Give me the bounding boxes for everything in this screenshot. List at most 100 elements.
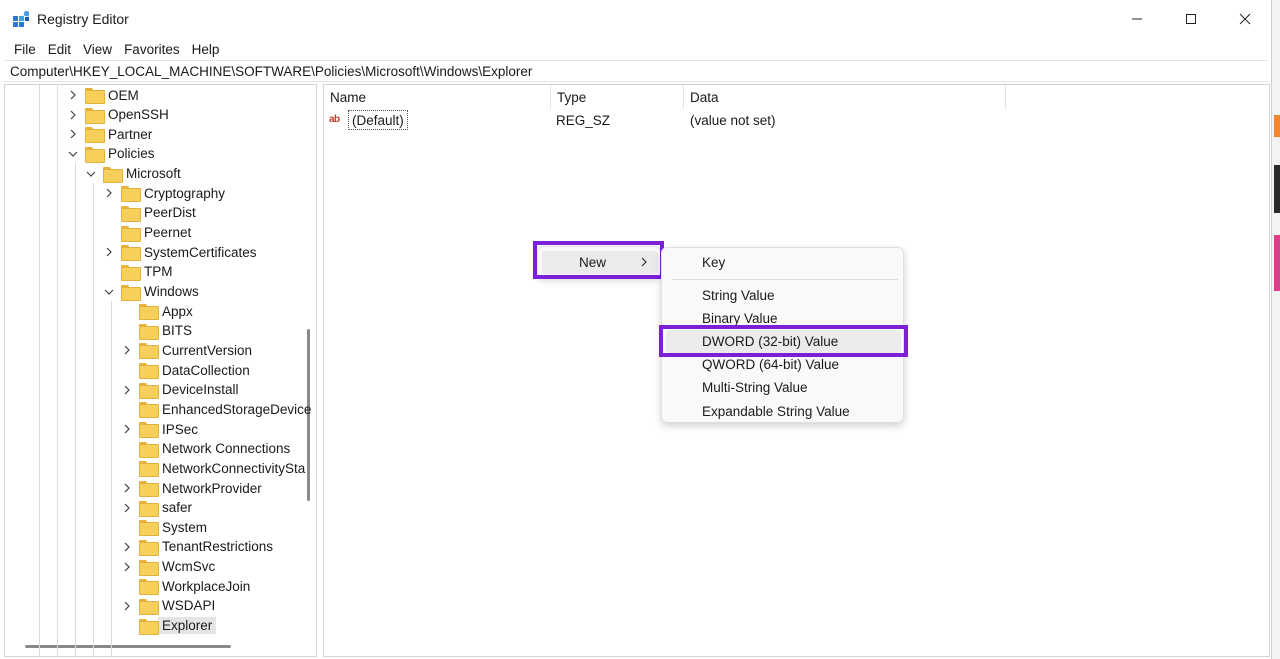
chevron-right-icon[interactable] (67, 109, 79, 121)
menu-bar: File Edit View Favorites Help (0, 38, 1272, 60)
minimize-button[interactable] (1110, 0, 1164, 38)
address-bar[interactable]: Computer\HKEY_LOCAL_MACHINE\SOFTWARE\Pol… (4, 60, 1268, 82)
tree-item-bits[interactable]: BITS (121, 321, 192, 341)
submenu-dword-value[interactable]: DWORD (32-bit) Value (666, 330, 901, 353)
tree-item-tpm[interactable]: TPM (103, 262, 173, 282)
chevron-right-icon[interactable] (121, 423, 133, 435)
chevron-right-icon[interactable] (67, 128, 79, 140)
tree-item-cryptography[interactable]: Cryptography (103, 183, 225, 203)
tree-item-label: DataCollection (162, 362, 250, 378)
folder-icon (139, 618, 159, 635)
tree-item-currentversion[interactable]: CurrentVersion (121, 340, 252, 360)
tree-item-workplacejoin[interactable]: WorkplaceJoin (121, 576, 250, 596)
tree-item-wcmsvc[interactable]: WcmSvc (121, 557, 215, 577)
background-fragment (1274, 165, 1280, 213)
submenu-binary-value[interactable]: Binary Value (666, 307, 901, 330)
close-button[interactable] (1218, 0, 1272, 38)
background-window-edge (1272, 0, 1280, 659)
submenu-separator (672, 279, 898, 280)
tree-item-label: Explorer (158, 617, 217, 635)
title-bar: Registry Editor (0, 0, 1272, 38)
tree-item-datacollection[interactable]: DataCollection (121, 360, 250, 380)
folder-icon (103, 166, 123, 183)
tree-item-appx[interactable]: Appx (121, 301, 193, 321)
tree-item-windows[interactable]: Windows (103, 282, 199, 302)
tree-item-label: PeerDist (144, 205, 196, 221)
chevron-down-icon[interactable] (103, 286, 115, 298)
menu-file[interactable]: File (8, 42, 42, 57)
tree-item-system[interactable]: System (121, 517, 207, 537)
maximize-button[interactable] (1164, 0, 1218, 38)
menu-favorites[interactable]: Favorites (118, 42, 186, 57)
folder-icon (139, 520, 159, 537)
folder-icon (139, 598, 159, 615)
tree-item-label: Peernet (144, 225, 192, 241)
menu-view[interactable]: View (77, 42, 118, 57)
menu-item-new[interactable]: New (542, 251, 658, 274)
tree-item-partner[interactable]: Partner (67, 124, 152, 144)
chevron-right-icon[interactable] (121, 600, 133, 612)
chevron-right-icon[interactable] (67, 89, 79, 101)
tree-guide-line (93, 183, 94, 656)
chevron-right-icon[interactable] (121, 561, 133, 573)
submenu-multi-string-value[interactable]: Multi-String Value (666, 376, 901, 399)
tree-item-networkconnectivitysta[interactable]: NetworkConnectivitySta (121, 458, 305, 478)
tree-item-peerdist[interactable]: PeerDist (103, 203, 196, 223)
submenu-expandable-string-value[interactable]: Expandable String Value (666, 400, 901, 423)
tree-item-peernet[interactable]: Peernet (103, 223, 191, 243)
tree-horizontal-scrollbar[interactable] (25, 645, 231, 648)
folder-icon (139, 363, 159, 380)
submenu-qword-value[interactable]: QWORD (64-bit) Value (666, 353, 901, 376)
tree-item-label: DeviceInstall (162, 382, 239, 398)
tree-item-policies[interactable]: Policies (67, 144, 155, 164)
submenu-string-value[interactable]: String Value (666, 284, 901, 307)
registry-editor-window: Registry Editor File Edit View Favorites… (0, 0, 1272, 659)
chevron-down-icon[interactable] (67, 148, 79, 160)
menu-help[interactable]: Help (186, 42, 226, 57)
menu-edit[interactable]: Edit (42, 42, 77, 57)
folder-icon (139, 441, 159, 458)
chevron-right-icon[interactable] (103, 187, 115, 199)
chevron-right-icon[interactable] (121, 502, 133, 514)
column-data[interactable]: Data (684, 85, 1006, 109)
tree-item-label: Appx (162, 303, 193, 319)
tree-item-microsoft[interactable]: Microsoft (85, 164, 181, 184)
submenu-key[interactable]: Key (666, 251, 901, 274)
tree-item-openssh[interactable]: OpenSSH (67, 105, 169, 125)
folder-icon (139, 461, 159, 478)
tree-item-deviceinstall[interactable]: DeviceInstall (121, 380, 239, 400)
chevron-right-icon[interactable] (121, 482, 133, 494)
tree-item-label: TPM (144, 264, 173, 280)
chevron-right-icon[interactable] (121, 541, 133, 553)
column-type[interactable]: Type (551, 85, 684, 109)
folder-icon (121, 205, 141, 222)
tree-item-ipsec[interactable]: IPSec (121, 419, 198, 439)
column-data-label: Data (690, 89, 719, 105)
chevron-right-icon[interactable] (121, 384, 133, 396)
minimize-icon (1132, 18, 1142, 20)
tree-item-safer[interactable]: safer (121, 498, 192, 518)
folder-icon (139, 579, 159, 596)
tree-item-tenantrestrictions[interactable]: TenantRestrictions (121, 537, 273, 557)
value-data: (value not set) (690, 112, 776, 128)
tree-item-explorer[interactable]: Explorer (121, 616, 217, 636)
tree-guide-line (111, 301, 112, 656)
tree-item-label: TenantRestrictions (162, 539, 274, 555)
registry-editor-icon (13, 11, 29, 27)
chevron-right-icon[interactable] (121, 344, 133, 356)
tree-item-networkprovider[interactable]: NetworkProvider (121, 478, 262, 498)
context-menu: New (537, 246, 661, 277)
registry-tree[interactable]: OEM OpenSSH Partner Policies Microsoft Crypto… (4, 84, 317, 657)
folder-icon (85, 127, 105, 144)
tree-item-wsdapi[interactable]: WSDAPI (121, 596, 215, 616)
chevron-down-icon[interactable] (85, 168, 97, 180)
tree-item-network-connections[interactable]: Network Connections (121, 439, 290, 459)
folder-icon (139, 422, 159, 439)
tree-item-enhancedstoragedevice[interactable]: EnhancedStorageDevice (121, 399, 311, 419)
value-row[interactable]: ab (Default) REG_SZ (value not set) (324, 109, 1269, 131)
tree-item-label: IPSec (162, 421, 199, 437)
tree-item-oem[interactable]: OEM (67, 85, 139, 105)
tree-item-systemcertificates[interactable]: SystemCertificates (103, 242, 257, 262)
chevron-right-icon[interactable] (103, 246, 115, 258)
column-name[interactable]: Name (324, 85, 551, 109)
